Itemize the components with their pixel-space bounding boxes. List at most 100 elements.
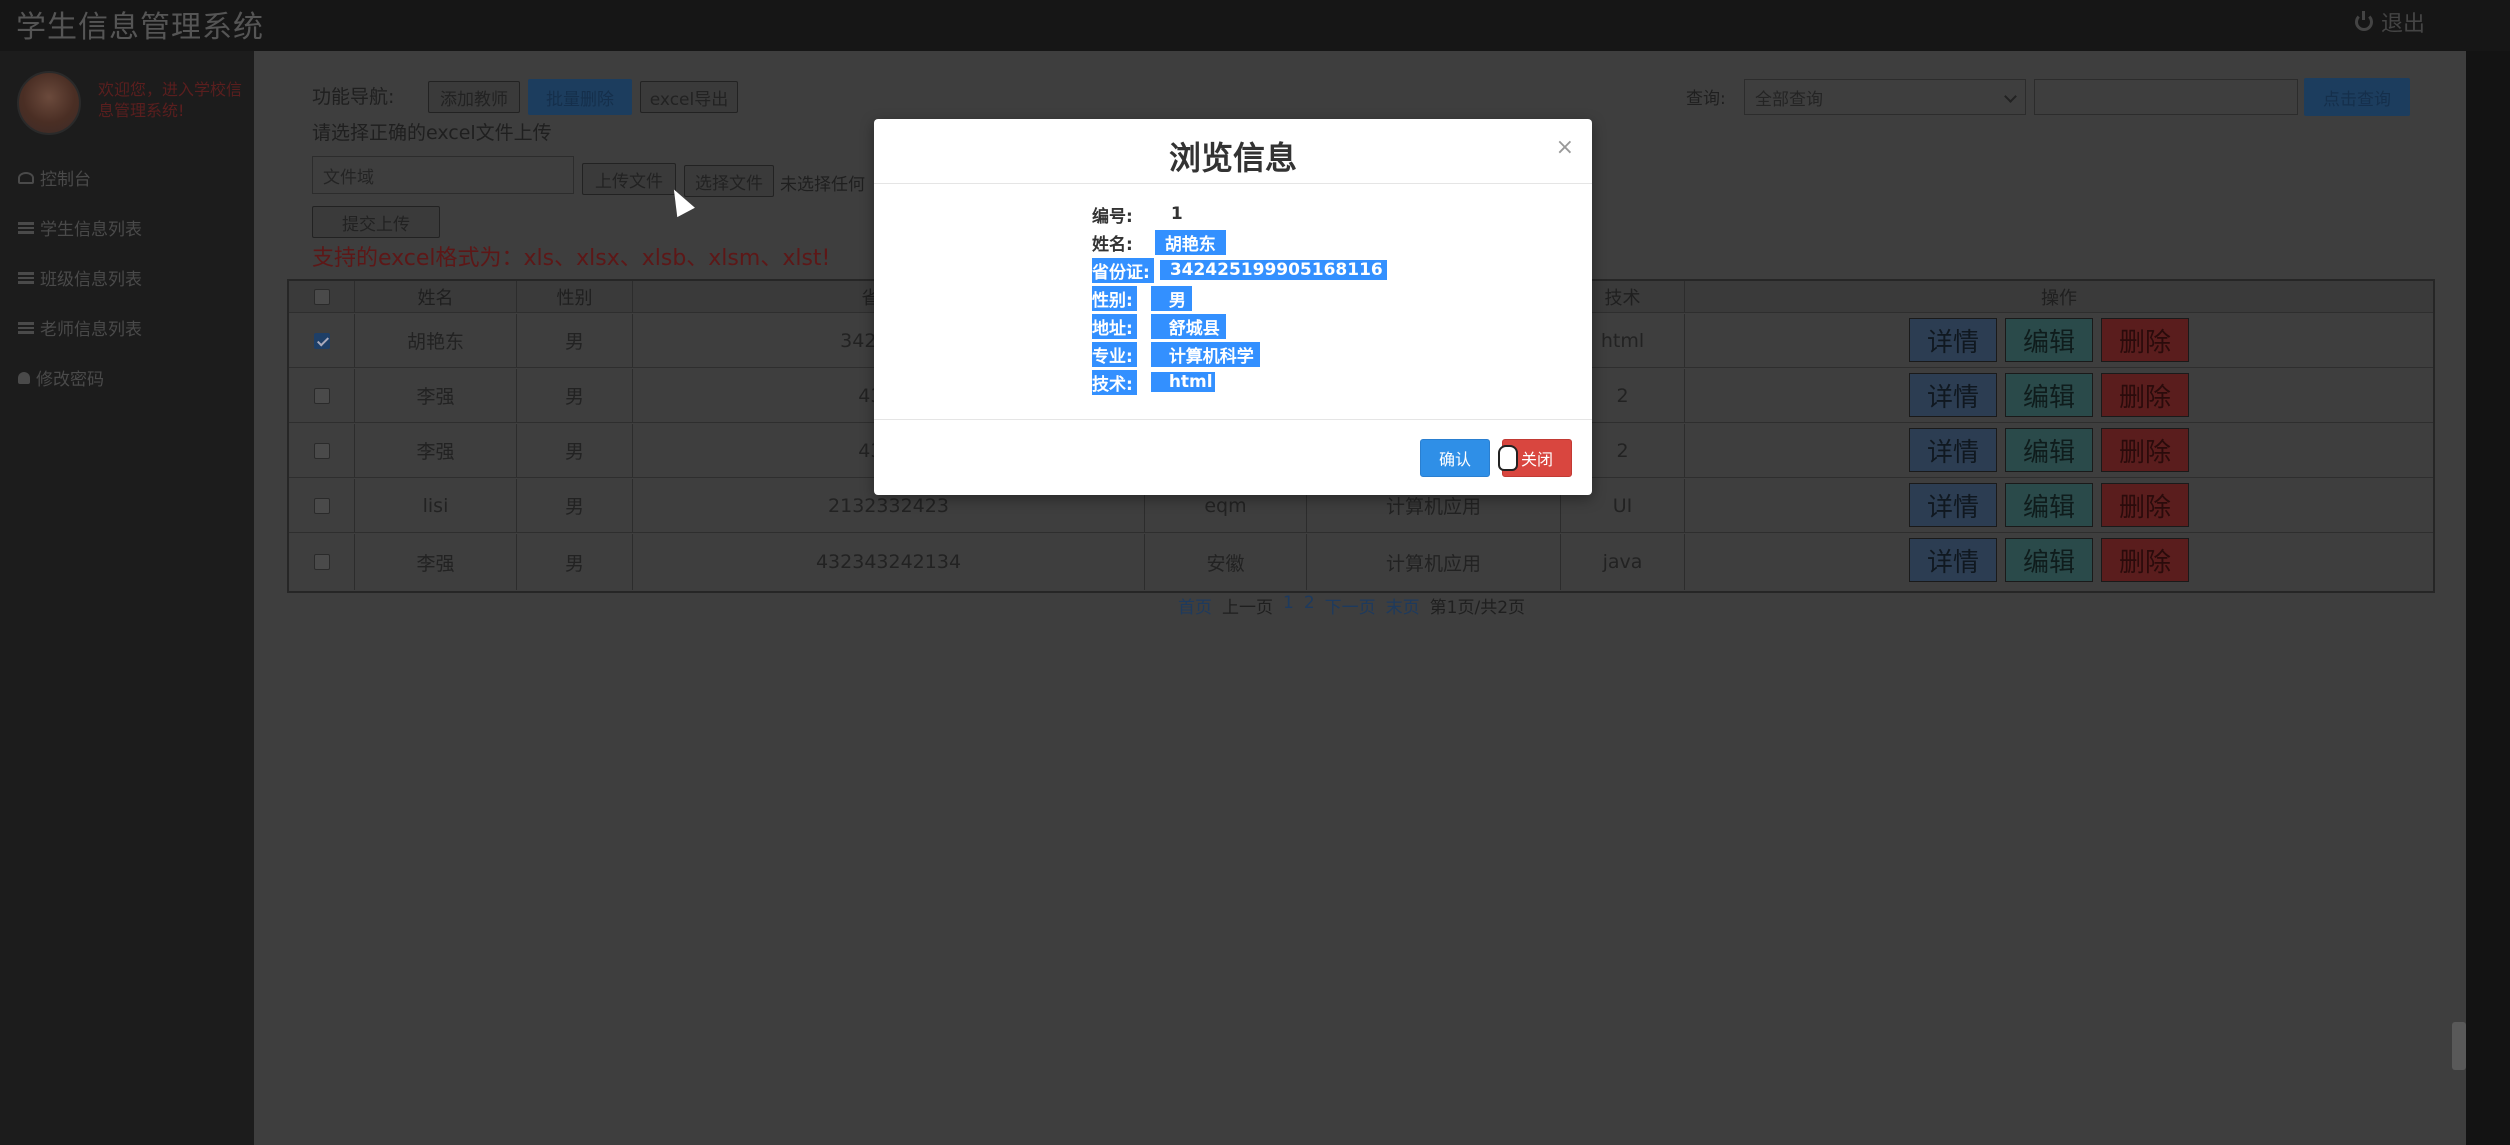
info-key: 专业: [1092,341,1137,367]
sidebar-item-label: 学生信息列表 [40,220,142,240]
sidebar-item-dashboard[interactable]: 控制台 [18,165,91,190]
row-select-cell [289,369,355,422]
sidebar-item-label: 老师信息列表 [40,320,142,340]
cell-major: 计算机应用 [1307,534,1561,590]
sidebar-item-classes[interactable]: 班级信息列表 [18,265,142,290]
row-select-cell [289,314,355,367]
pager-next[interactable]: 下一页 [1325,593,1376,618]
edit-button[interactable]: 编辑 [2005,373,2093,417]
scrollbar-thumb[interactable] [2452,1022,2466,1070]
list-icon [18,271,34,284]
query-label: 查询: [1686,89,1726,109]
info-key: 编号: [1092,206,1133,227]
avatar [17,71,81,135]
detail-button[interactable]: 详情 [1909,538,1997,582]
detail-button[interactable]: 详情 [1909,373,1997,417]
row-checkbox[interactable] [313,387,330,404]
modal-close-icon[interactable]: × [1556,135,1574,160]
file-field[interactable]: 文件域 [312,156,574,194]
cell-name: 李强 [355,534,517,590]
col-header: 姓名 [355,281,517,312]
info-value: 舒城县 [1150,313,1226,339]
confirm-button[interactable]: 确认 [1420,439,1490,477]
cell-id: 432343242134 [633,534,1145,590]
app-title: 学生信息管理系统 [16,10,264,45]
table-row: 李强 男 432343242134 安徽 计算机应用 java 详情 编辑 删除 [289,534,2433,590]
pager-first[interactable]: 首页 [1178,593,1212,618]
batch-delete-button[interactable]: 批量删除 [528,79,632,115]
cell-name: 李强 [355,369,517,422]
sidebar-item-label: 控制台 [40,170,91,190]
info-row-name: 姓名: 胡艳东 [1092,229,1226,255]
edit-button[interactable]: 编辑 [2005,538,2093,582]
modal-divider [874,183,1592,184]
modal-title: 浏览信息 [1168,139,1297,177]
delete-button[interactable]: 删除 [2101,538,2189,582]
row-checkbox[interactable] [313,332,330,349]
pagination: 首页 上一页 1 2 下一页 末页 第1页/共2页 [1178,593,1525,618]
info-row-idcard: 省份证: 342425199905168116 [1092,257,1387,283]
upload-file-button[interactable]: 上传文件 [582,163,676,195]
cell-name: 李强 [355,424,517,477]
no-file-text: 未选择任何 [780,175,865,195]
formats-note: 支持的excel格式为：xls、xlsx、xlsb、xlsm、xlst! [312,246,831,271]
pager-prev[interactable]: 上一页 [1222,593,1273,618]
select-all-checkbox[interactable] [313,288,330,305]
detail-button[interactable]: 详情 [1909,483,1997,527]
delete-button[interactable]: 删除 [2101,373,2189,417]
sidebar-item-password[interactable]: 修改密码 [18,365,104,390]
query-button[interactable]: 点击查询 [2304,78,2410,116]
detail-button[interactable]: 详情 [1909,318,1997,362]
info-row-gender: 性别: 男 [1092,285,1192,311]
row-select-cell [289,534,355,590]
query-input[interactable] [2034,79,2298,115]
cell-actions: 详情 编辑 删除 [1685,479,2433,532]
cell-actions: 详情 编辑 删除 [1685,369,2433,422]
cell-name: lisi [355,479,517,532]
dashboard-icon [18,171,34,184]
logout-button[interactable]: 退出 [2354,6,2425,38]
detail-button[interactable]: 详情 [1909,428,1997,472]
excel-export-button[interactable]: excel导出 [640,81,738,113]
pager-last[interactable]: 末页 [1386,593,1420,618]
upload-hint: 请选择正确的excel文件上传 [312,122,552,144]
delete-button[interactable]: 删除 [2101,428,2189,472]
row-checkbox[interactable] [313,554,330,570]
query-select[interactable]: 全部查询 [1744,79,2026,115]
edit-button[interactable]: 编辑 [2005,428,2093,472]
info-row-major: 专业: 计算机科学 [1092,341,1260,367]
cell-gender: 男 [517,314,633,367]
info-value: html [1150,372,1215,392]
delete-button[interactable]: 删除 [2101,483,2189,527]
col-header: 性别 [517,281,633,312]
logout-label: 退出 [2380,12,2425,37]
sidebar-item-teachers[interactable]: 老师信息列表 [18,315,142,340]
right-gutter [2466,51,2510,1145]
info-key: 省份证: [1092,257,1154,283]
info-key: 地址: [1092,313,1137,339]
info-row-tech: 技术: html [1092,369,1215,395]
delete-button[interactable]: 删除 [2101,318,2189,362]
query-select-value: 全部查询 [1755,89,1823,110]
submit-upload-button[interactable]: 提交上传 [312,206,440,238]
info-modal: 浏览信息 × 编号: 1 姓名: 胡艳东 省份证: 34242519990516… [874,119,1592,495]
info-key: 技术: [1092,369,1137,395]
sidebar-item-students[interactable]: 学生信息列表 [18,215,142,240]
pager-page-1[interactable]: 1 [1283,593,1294,618]
row-checkbox[interactable] [313,497,330,514]
info-key: 姓名: [1092,234,1133,255]
nav-label: 功能导航: [312,86,395,108]
add-teacher-button[interactable]: 添加教师 [428,81,520,113]
choose-file-button[interactable]: 选择文件 [684,165,774,197]
row-checkbox[interactable] [313,442,330,459]
cell-actions: 详情 编辑 删除 [1685,424,2433,477]
cell-gender: 男 [517,424,633,477]
edit-button[interactable]: 编辑 [2005,483,2093,527]
edit-button[interactable]: 编辑 [2005,318,2093,362]
sidebar: 欢迎您，进入学校信息管理系统! 控制台 学生信息列表 班级信息列表 老师信息列表… [0,51,254,1145]
cell-actions: 详情 编辑 删除 [1685,314,2433,367]
welcome-text: 欢迎您，进入学校信息管理系统! [98,80,243,120]
chevron-down-icon [2004,90,2017,103]
pager-page-2[interactable]: 2 [1304,593,1315,618]
info-row-number: 编号: 1 [1092,201,1183,227]
